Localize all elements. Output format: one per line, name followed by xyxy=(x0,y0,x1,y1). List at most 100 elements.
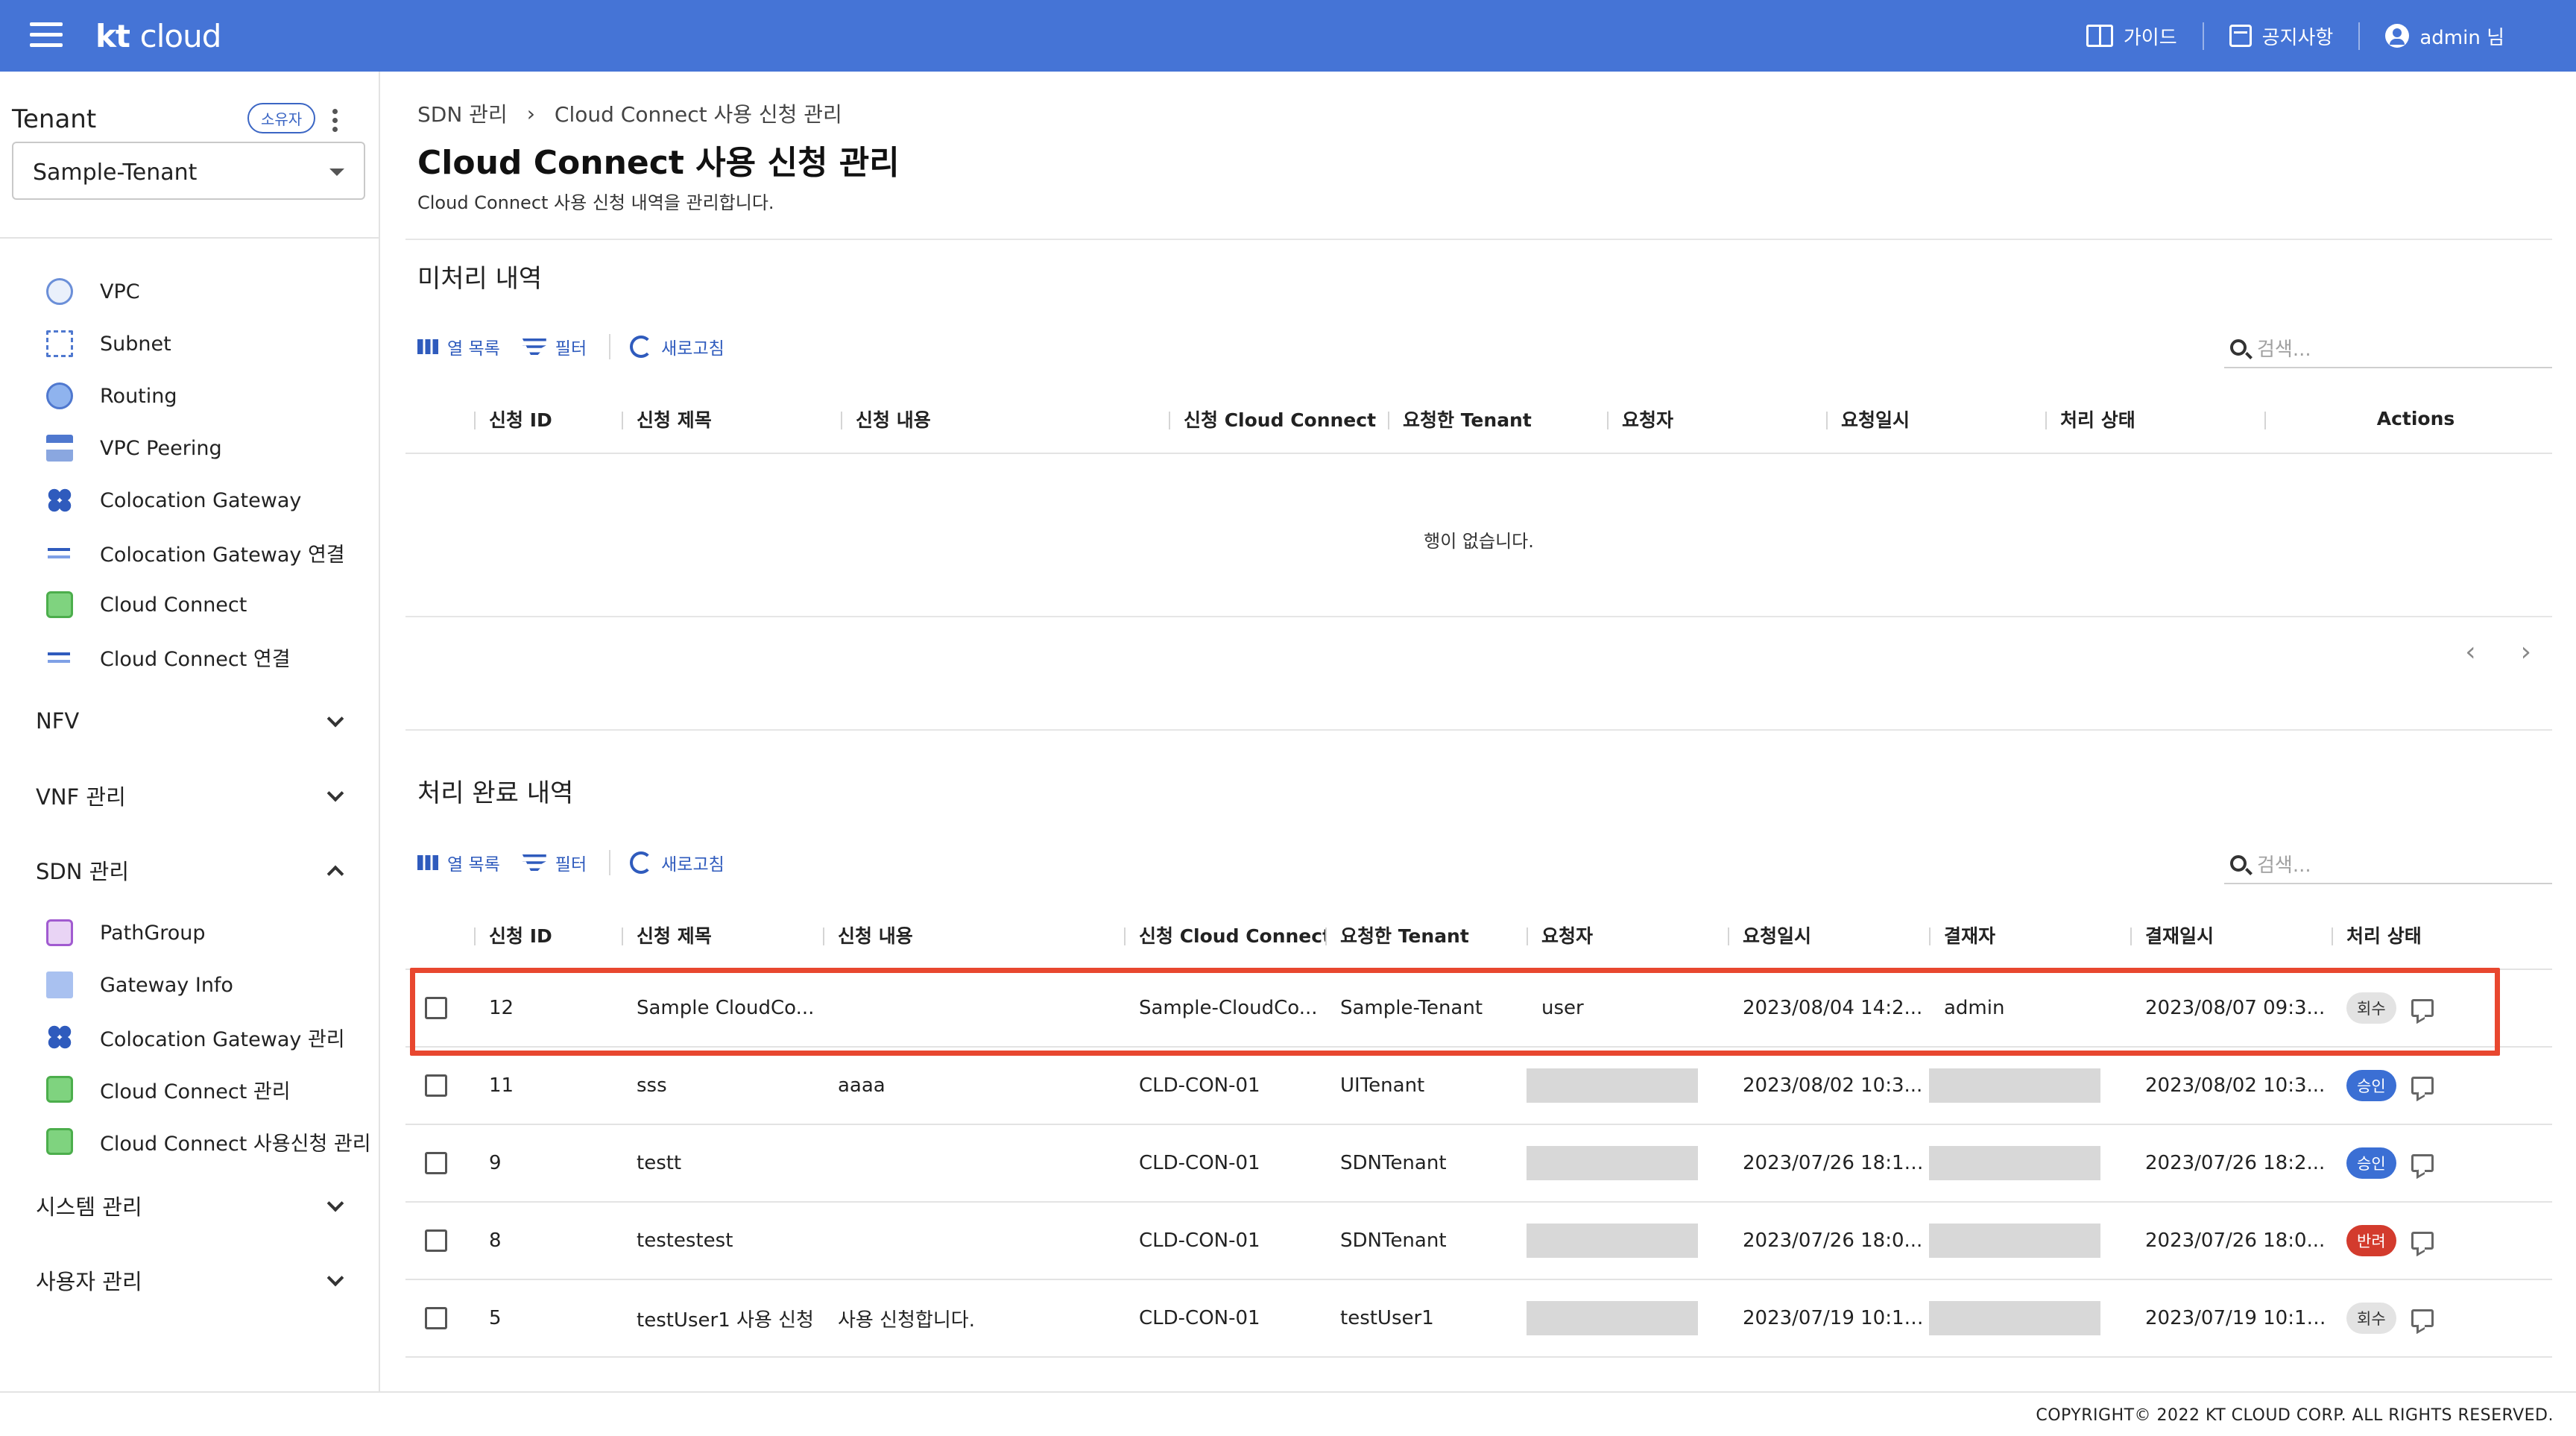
column-header[interactable]: 요청자 xyxy=(1527,901,1728,970)
sidebar-item-pathgroup[interactable]: PathGroup xyxy=(46,914,374,951)
column-header[interactable]: 처리 상태 xyxy=(2332,901,2552,970)
column-header[interactable]: 신청 ID xyxy=(474,901,622,970)
pending-search-input[interactable]: 검색... xyxy=(2224,328,2552,368)
sidebar-group-nfv[interactable]: NFV xyxy=(36,702,349,740)
sidebar-item-subnet[interactable]: Subnet xyxy=(46,325,374,362)
column-header[interactable]: 요청일시 xyxy=(1826,385,2045,454)
column-header[interactable]: 신청 Cloud Connect xyxy=(1169,385,1388,454)
column-header[interactable]: 결재일시 xyxy=(2130,901,2332,970)
group-label: NFV xyxy=(36,708,80,734)
filter-icon xyxy=(522,854,546,871)
table-row[interactable]: 8 testestest CLD-CON-01 SDNTenant 2023/0… xyxy=(405,1202,2552,1280)
refresh-button[interactable]: 새로고침 xyxy=(630,334,724,359)
column-header[interactable]: 처리 상태 xyxy=(2045,385,2264,454)
cell-subject: testt xyxy=(622,1124,823,1203)
sidebar-item-gateway-info[interactable]: Gateway Info xyxy=(46,966,374,1004)
column-header[interactable]: 신청 제목 xyxy=(622,901,823,970)
subnet-icon xyxy=(46,330,73,357)
sidebar-item-colocation-gateway[interactable]: Colocation Gateway xyxy=(46,482,374,519)
sidebar-item-cloud-connect[interactable]: Cloud Connect xyxy=(46,586,374,623)
column-header[interactable]: 신청 제목 xyxy=(622,385,841,454)
previous-page-icon[interactable]: ‹ xyxy=(2465,637,2475,667)
document-icon xyxy=(46,971,73,998)
sidebar-group-sdn[interactable]: SDN 관리 xyxy=(36,851,349,889)
table-row[interactable]: 11 sss aaaa CLD-CON-01 UITenant 2023/08/… xyxy=(405,1047,2552,1125)
cell-cloud-connect: CLD-CON-01 xyxy=(1124,1202,1325,1280)
notice-label: 공지사항 xyxy=(2261,26,2334,49)
sidebar-item-colocation-gateway-link[interactable]: Colocation Gateway 연결 xyxy=(46,534,374,571)
comment-icon[interactable] xyxy=(2411,1232,2434,1250)
row-checkbox[interactable] xyxy=(425,1074,447,1098)
sidebar-item-label: Routing xyxy=(100,384,177,408)
more-vert-icon[interactable] xyxy=(332,109,338,136)
sidebar-item-colocation-gateway-mgmt[interactable]: Colocation Gateway 관리 xyxy=(46,1018,374,1056)
breadcrumb: SDN 관리 › Cloud Connect 사용 신청 관리 xyxy=(417,98,842,128)
sidebar-item-routing[interactable]: Routing xyxy=(46,377,374,415)
cell-id: 5 xyxy=(474,1279,622,1358)
cell-content xyxy=(823,1202,1124,1280)
comment-icon[interactable] xyxy=(2411,1309,2434,1327)
notice-link[interactable]: 공지사항 xyxy=(2202,22,2359,50)
done-toolbar: 열 목록 필터 새로고침 xyxy=(417,850,747,875)
next-page-icon[interactable]: › xyxy=(2521,637,2531,667)
comment-icon[interactable] xyxy=(2411,999,2434,1017)
row-checkbox[interactable] xyxy=(425,1229,447,1253)
column-header[interactable]: 신청 내용 xyxy=(823,901,1124,970)
filter-label: 필터 xyxy=(555,339,587,359)
table-row[interactable]: 5 testUser1 사용 신청 사용 신청합니다. CLD-CON-01 t… xyxy=(405,1279,2552,1358)
filter-button[interactable]: 필터 xyxy=(522,850,587,875)
breadcrumb-parent[interactable]: SDN 관리 xyxy=(417,98,508,128)
kt-cloud-logo[interactable]: kt cloud xyxy=(95,18,221,54)
owner-chip: 소유자 xyxy=(247,103,316,133)
column-header[interactable]: 신청 Cloud Connect xyxy=(1124,901,1325,970)
column-header[interactable]: 신청 ID xyxy=(474,385,622,454)
column-header[interactable]: 신청 내용 xyxy=(841,385,1169,454)
columns-button[interactable]: 열 목록 xyxy=(417,334,500,359)
comment-icon[interactable] xyxy=(2411,1154,2434,1172)
cell-content: aaaa xyxy=(823,1047,1124,1125)
divider xyxy=(0,237,379,239)
chevron-up-icon xyxy=(326,865,344,883)
chevron-down-icon xyxy=(326,1269,344,1287)
user-menu[interactable]: admin 님 xyxy=(2358,22,2530,50)
column-header[interactable]: 요청일시 xyxy=(1728,901,1929,970)
table-row[interactable]: 12 Sample CloudCo... Sample-CloudCo... S… xyxy=(405,969,2552,1048)
sidebar-group-users[interactable]: 사용자 관리 xyxy=(36,1262,349,1299)
row-checkbox[interactable] xyxy=(425,1152,447,1175)
row-checkbox[interactable] xyxy=(425,1307,447,1330)
sidebar-item-cloud-connect-link[interactable]: Cloud Connect 연결 xyxy=(46,638,374,676)
connection-arrow-icon xyxy=(46,643,73,670)
menu-icon[interactable] xyxy=(30,22,63,49)
divider xyxy=(405,239,2552,240)
sidebar-group-system[interactable]: 시스템 관리 xyxy=(36,1187,349,1224)
tenant-select[interactable]: Sample-Tenant xyxy=(12,142,365,200)
filter-button[interactable]: 필터 xyxy=(522,334,587,359)
sidebar-item-vpc[interactable]: VPC xyxy=(46,273,374,310)
redacted-requester xyxy=(1527,1146,1698,1180)
column-header[interactable]: 요청자 xyxy=(1607,385,1826,454)
colocation-gateway-icon xyxy=(46,487,73,514)
guide-link[interactable]: 가이드 xyxy=(2061,22,2203,50)
logo-kt: kt xyxy=(95,18,130,54)
table-row[interactable]: 9 testt CLD-CON-01 SDNTenant 2023/07/26 … xyxy=(405,1124,2552,1203)
row-checkbox[interactable] xyxy=(425,997,447,1020)
sidebar-item-cloud-connect-mgmt[interactable]: Cloud Connect 관리 xyxy=(46,1071,374,1108)
sidebar-item-vpc-peering[interactable]: VPC Peering xyxy=(46,429,374,467)
cell-subject: testestest xyxy=(622,1202,823,1280)
redacted-requester xyxy=(1527,1301,1698,1335)
columns-button[interactable]: 열 목록 xyxy=(417,850,500,875)
done-search-input[interactable]: 검색... xyxy=(2224,844,2552,884)
sidebar-item-cloud-connect-request[interactable]: Cloud Connect 사용신청 관리 xyxy=(46,1123,374,1160)
sidebar-item-label: VPC Peering xyxy=(100,436,222,460)
chevron-down-icon xyxy=(326,784,344,802)
cell-content: 사용 신청합니다. xyxy=(823,1279,1124,1358)
sidebar-group-vnf[interactable]: VNF 관리 xyxy=(36,777,349,814)
cell-subject: testUser1 사용 신청 xyxy=(622,1279,823,1358)
comment-icon[interactable] xyxy=(2411,1077,2434,1095)
cell-requested-at: 2023/07/26 18:0... xyxy=(1728,1202,1929,1280)
column-header[interactable]: 결재자 xyxy=(1929,901,2130,970)
column-header[interactable]: 요청한 Tenant xyxy=(1325,901,1527,970)
column-header[interactable]: 요청한 Tenant xyxy=(1388,385,1607,454)
toolbar-divider xyxy=(609,334,611,359)
refresh-button[interactable]: 새로고침 xyxy=(630,850,724,875)
